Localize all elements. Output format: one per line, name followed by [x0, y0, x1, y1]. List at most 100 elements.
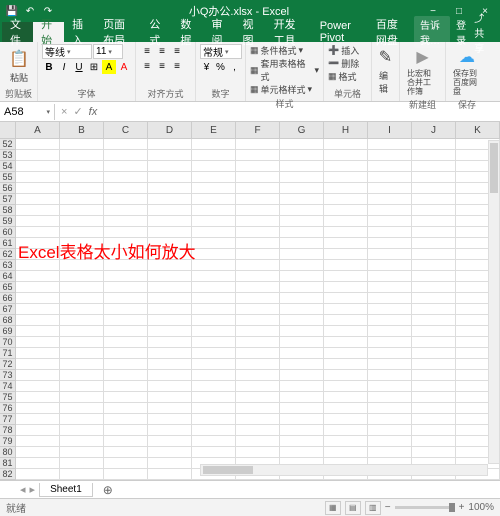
cell[interactable] — [324, 348, 368, 359]
tab-baidu[interactable]: 百度网盘 — [368, 22, 414, 42]
row-header[interactable]: 57 — [0, 194, 15, 205]
cell[interactable] — [60, 447, 104, 458]
cell[interactable] — [192, 183, 236, 194]
col-header[interactable]: B — [60, 122, 104, 138]
cell[interactable] — [192, 414, 236, 425]
cell[interactable] — [60, 139, 104, 150]
font-color-icon[interactable]: A — [117, 60, 131, 74]
cell[interactable] — [368, 139, 412, 150]
number-format-select[interactable]: 常规▾ — [200, 44, 242, 59]
col-header[interactable]: G — [280, 122, 324, 138]
cell[interactable] — [104, 150, 148, 161]
cell[interactable] — [324, 216, 368, 227]
cell[interactable] — [368, 260, 412, 271]
row-header[interactable]: 55 — [0, 172, 15, 183]
cell[interactable] — [236, 337, 280, 348]
cell[interactable] — [236, 348, 280, 359]
cell[interactable] — [324, 381, 368, 392]
cell[interactable] — [192, 436, 236, 447]
cell[interactable] — [368, 392, 412, 403]
cell[interactable] — [324, 205, 368, 216]
select-all-corner[interactable] — [0, 122, 16, 139]
row-header[interactable]: 80 — [0, 447, 15, 458]
cell[interactable] — [280, 315, 324, 326]
row-header[interactable]: 62 — [0, 249, 15, 260]
cell[interactable] — [148, 150, 192, 161]
cell[interactable] — [192, 304, 236, 315]
cell[interactable] — [368, 337, 412, 348]
row-header[interactable]: 69 — [0, 326, 15, 337]
cell[interactable] — [324, 359, 368, 370]
cell[interactable] — [280, 205, 324, 216]
cell[interactable] — [412, 139, 456, 150]
cell[interactable] — [16, 348, 60, 359]
cell[interactable] — [368, 194, 412, 205]
cell[interactable] — [148, 425, 192, 436]
cell[interactable] — [368, 216, 412, 227]
cell[interactable] — [104, 205, 148, 216]
cell[interactable] — [412, 392, 456, 403]
cell[interactable] — [16, 293, 60, 304]
cell[interactable] — [192, 293, 236, 304]
cell[interactable] — [412, 414, 456, 425]
align-bot-icon[interactable]: ≡ — [170, 44, 184, 58]
cell[interactable] — [368, 370, 412, 381]
cell[interactable] — [324, 293, 368, 304]
cell[interactable] — [148, 403, 192, 414]
cell[interactable] — [368, 348, 412, 359]
cell[interactable] — [412, 260, 456, 271]
cell[interactable] — [148, 359, 192, 370]
cell[interactable] — [16, 425, 60, 436]
cell[interactable] — [16, 139, 60, 150]
cell[interactable] — [412, 370, 456, 381]
cell[interactable] — [104, 359, 148, 370]
cell[interactable] — [236, 172, 280, 183]
cell[interactable] — [16, 436, 60, 447]
underline-icon[interactable]: U — [72, 60, 86, 74]
col-header[interactable]: K — [456, 122, 500, 138]
cell[interactable] — [60, 172, 104, 183]
cell[interactable] — [412, 227, 456, 238]
cell[interactable] — [368, 238, 412, 249]
cell[interactable] — [60, 381, 104, 392]
cell[interactable] — [280, 139, 324, 150]
row-header[interactable]: 71 — [0, 348, 15, 359]
row-header[interactable]: 79 — [0, 436, 15, 447]
italic-icon[interactable]: I — [57, 60, 71, 74]
cell[interactable] — [104, 271, 148, 282]
cell[interactable] — [412, 150, 456, 161]
row-header[interactable]: 66 — [0, 293, 15, 304]
delete-cells-button[interactable]: ➖ 删除 — [328, 57, 367, 70]
cell[interactable] — [104, 370, 148, 381]
cell[interactable] — [60, 293, 104, 304]
cell[interactable] — [324, 172, 368, 183]
cell-style-button[interactable]: ▦ 单元格样式 ▾ — [250, 83, 319, 96]
row-header[interactable]: 59 — [0, 216, 15, 227]
col-header[interactable]: D — [148, 122, 192, 138]
fill-color-icon[interactable]: A — [102, 60, 116, 74]
cell[interactable] — [324, 282, 368, 293]
cell[interactable] — [148, 205, 192, 216]
cell[interactable] — [412, 216, 456, 227]
cell[interactable] — [412, 337, 456, 348]
cell[interactable] — [324, 425, 368, 436]
col-header[interactable]: C — [104, 122, 148, 138]
cell[interactable] — [148, 161, 192, 172]
zoom-out-button[interactable]: − — [385, 502, 391, 513]
cell[interactable] — [104, 326, 148, 337]
cell[interactable] — [60, 194, 104, 205]
cell[interactable] — [368, 304, 412, 315]
row-header[interactable]: 56 — [0, 183, 15, 194]
comma-icon[interactable]: , — [228, 60, 241, 74]
cell[interactable] — [16, 172, 60, 183]
cell[interactable] — [60, 337, 104, 348]
cell[interactable] — [280, 249, 324, 260]
cell[interactable] — [60, 370, 104, 381]
table-format-button[interactable]: ▦ 套用表格格式 ▾ — [250, 57, 319, 83]
cell[interactable] — [412, 271, 456, 282]
cell[interactable] — [192, 205, 236, 216]
cell[interactable] — [412, 326, 456, 337]
cell[interactable] — [324, 326, 368, 337]
cell[interactable] — [192, 282, 236, 293]
cell[interactable] — [324, 183, 368, 194]
